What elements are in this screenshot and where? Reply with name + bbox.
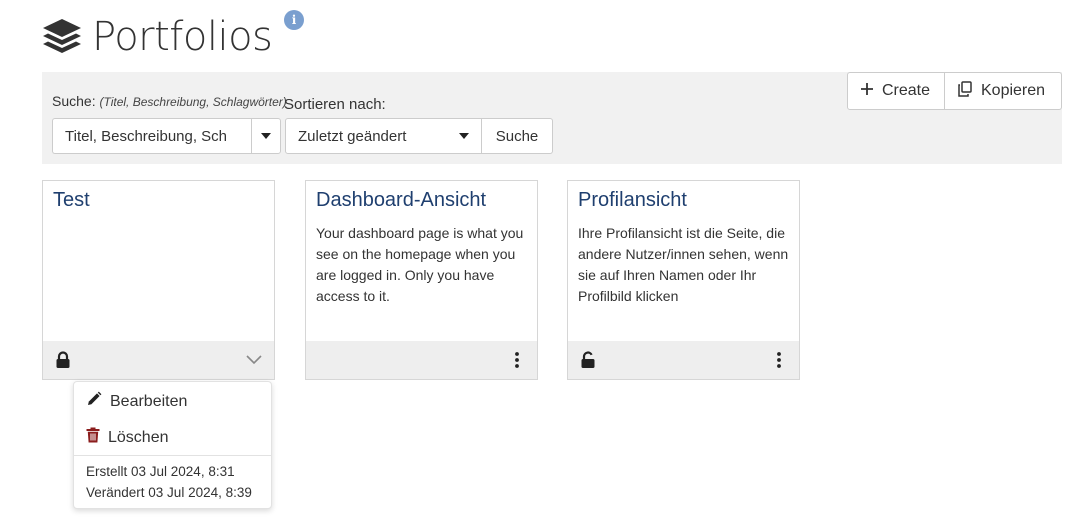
portfolio-card-profile[interactable]: Profilansicht Ihre Profilansicht ist die… [567,180,800,380]
card-footer [306,341,537,379]
created-date: Erstellt 03 Jul 2024, 8:31 [86,464,235,479]
action-group: Create Kopieren [847,72,1062,110]
delete-label: Löschen [108,428,169,446]
search-hint: (Titel, Beschreibung, Schlagwörter) [99,95,287,109]
modified-date: Verändert 03 Jul 2024, 8:39 [86,485,252,500]
edit-menu-item[interactable]: Bearbeiten [86,391,187,412]
layers-icon [40,15,84,59]
card-title[interactable]: Test [53,189,90,212]
kebab-menu-icon[interactable] [507,350,527,370]
search-button[interactable]: Suche [482,118,553,154]
sort-select[interactable]: Zuletzt geändert [285,118,482,154]
search-scope-dropdown[interactable] [251,118,281,154]
sort-label: Sortieren nach: [284,96,386,113]
card-description: Ihre Profilansicht ist die Seite, die an… [578,225,789,304]
create-button[interactable]: Create [847,72,945,110]
chevron-down-icon[interactable] [244,350,264,370]
card-title[interactable]: Dashboard-Ansicht [316,189,486,212]
search-label-text: Suche: [52,93,100,109]
search-input-group: Titel, Beschreibung, Sch [52,118,281,154]
card-footer [568,341,799,379]
lock-icon[interactable] [55,351,71,369]
trash-icon [86,427,100,448]
delete-menu-item[interactable]: Löschen [86,427,169,448]
info-icon[interactable]: i [284,10,304,30]
search-label: Suche: (Titel, Beschreibung, Schlagwörte… [52,93,287,109]
kebab-menu-icon[interactable] [769,350,789,370]
caret-down-icon [459,133,469,139]
card-footer [43,341,274,379]
pencil-icon [86,391,102,412]
card-description: Your dashboard page is what you see on t… [316,225,524,304]
sort-group: Zuletzt geändert Suche [285,118,553,154]
portfolio-card-dashboard[interactable]: Dashboard-Ansicht Your dashboard page is… [305,180,538,380]
card-title[interactable]: Profilansicht [578,189,687,212]
copy-label: Kopieren [981,82,1046,99]
plus-icon [860,82,874,101]
create-label: Create [882,82,931,99]
portfolio-card-test[interactable]: Test [42,180,275,380]
copy-button[interactable]: Kopieren [945,72,1062,110]
menu-divider [74,455,271,456]
card-dropdown-menu: Bearbeiten Löschen Erstellt 03 Jul 2024,… [73,381,272,509]
caret-down-icon [261,133,271,139]
sort-select-value: Zuletzt geändert [298,127,407,145]
page-title: Portfolios [92,14,273,60]
edit-label: Bearbeiten [110,392,188,410]
unlock-icon[interactable] [580,351,596,369]
search-input[interactable]: Titel, Beschreibung, Sch [52,118,251,154]
page-header: Portfolios [40,10,273,64]
copy-icon [957,80,973,102]
